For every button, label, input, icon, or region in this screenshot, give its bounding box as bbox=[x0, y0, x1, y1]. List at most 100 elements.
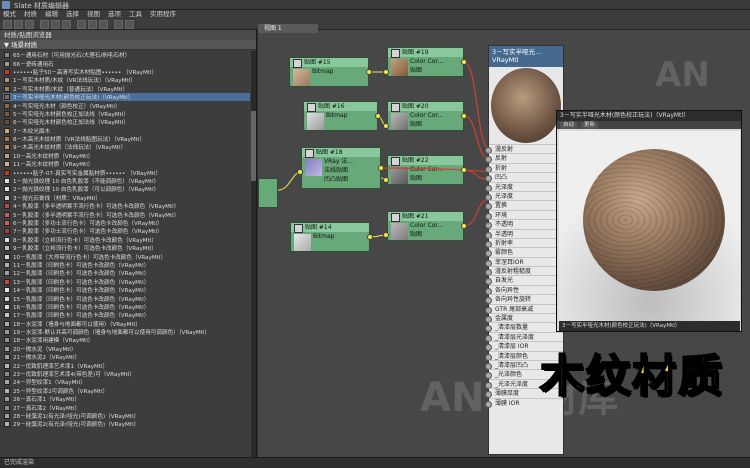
node-map-18[interactable]: 贴图 #18 VRay 法... 法线贴图 凹凸贴图 bbox=[301, 147, 381, 189]
material-list-item[interactable]: 7－木纹光面木 bbox=[3, 127, 250, 135]
vraymtl-slot[interactable]: GTR 尾部衰减 bbox=[485, 303, 563, 315]
material-list-item[interactable]: 7－乳胶漆（多功士流行色卡）可选色卡改颜色（VRayMtl） bbox=[3, 227, 250, 235]
material-id-icon[interactable] bbox=[114, 20, 123, 29]
material-list-item[interactable]: 17－乳胶漆（印刷色卡）可选色卡改颜色（VRayMtl） bbox=[3, 311, 250, 319]
material-preview-window[interactable]: 3－写实半哑光木材(颜色校正玩法)（VRayMtl） 自动 更新 3－写实半哑光… bbox=[556, 110, 742, 332]
vraymtl-slot[interactable]: 置换 bbox=[485, 200, 563, 211]
menu-utilities[interactable]: 实用程序 bbox=[150, 10, 176, 19]
material-list-item[interactable]: 24－异型纹漆1（VRayMtl） bbox=[3, 378, 250, 386]
material-list-item[interactable]: 28－硅藻泥1(有光泽(哑光)可调颜色)（VRayMtl） bbox=[3, 412, 250, 420]
material-list-item[interactable]: 66－瓷砖通用石 bbox=[3, 59, 250, 68]
material-list-item[interactable]: 18－水泥漆（墙身与地面都可以使用）（VRayMtl） bbox=[3, 320, 250, 328]
input-socket[interactable] bbox=[383, 177, 389, 183]
material-list-item[interactable]: 16－乳胶漆（印刷色卡）可选色卡改颜色（VRayMtl） bbox=[3, 303, 250, 311]
material-list-item[interactable]: 13－乳胶漆（印刷色卡）可选色卡改颜色（VRayMtl） bbox=[3, 278, 250, 286]
node-offscreen[interactable] bbox=[258, 178, 278, 208]
vraymtl-slot[interactable]: 金属度 bbox=[485, 313, 563, 324]
material-list-item[interactable]: 1－抛光铁纹理 10 自色乳胶漆（不能调颜色）（VRayMtl） bbox=[3, 177, 250, 185]
material-list-item[interactable]: 3－抛光石膏线（材质：VRayMtl） bbox=[3, 194, 250, 202]
material-list-item[interactable]: 15－乳胶漆（印刷色卡）可选色卡改颜色（VRayMtl） bbox=[3, 294, 250, 303]
layout-children-icon[interactable] bbox=[99, 20, 108, 29]
material-list-item[interactable]: 14－乳胶漆（印刷色卡）可选色卡改颜色（VRayMtl） bbox=[3, 286, 250, 294]
node-map-20[interactable]: 贴图 #20 Color Cor... 贴图 bbox=[387, 101, 464, 131]
vraymtl-slot[interactable]: 不透明 bbox=[485, 219, 563, 230]
vraymtl-slot[interactable]: 光泽度 bbox=[485, 181, 563, 192]
material-list-item[interactable]: 2－抛光铁纹理 10 自色乳胶漆（可以调颜色）（VRayMtl） bbox=[3, 185, 250, 193]
vraymtl-slot[interactable]: 环境 bbox=[485, 209, 563, 221]
material-list-item[interactable]: 4－写实哑光木材（颜色校正）（VRayMtl） bbox=[3, 101, 250, 110]
menu-material[interactable]: 材质 bbox=[24, 10, 37, 19]
show-map-icon[interactable] bbox=[77, 20, 86, 29]
tab-view-1[interactable]: 视图 1 bbox=[258, 24, 318, 33]
scene-materials-group[interactable]: ▼ 场景材质 bbox=[0, 40, 256, 50]
material-list-item[interactable]: 5－写实哑光木材颜色校正加法线（VRayMtl） bbox=[3, 110, 250, 118]
material-list-item[interactable]: 2－写实木材质/木纹（普通玩法）（VRayMtl） bbox=[3, 85, 250, 93]
vraymtl-slot[interactable]: 折射 bbox=[485, 162, 563, 174]
output-socket[interactable] bbox=[375, 113, 381, 119]
material-list-item[interactable]: 6－乳胶漆（多功士流行色卡）可选色卡改颜色（VRayMtl） bbox=[3, 219, 250, 227]
material-list-item[interactable]: 1－写实木材质/木纹（VR法线玩法）（VRayMtl） bbox=[3, 76, 250, 84]
vraymtl-slot[interactable]: 各向异性 bbox=[485, 284, 563, 296]
preview-icon[interactable] bbox=[125, 20, 134, 29]
material-list-item[interactable]: 4－乳胶漆（多半透明紫手流行色卡）可选色卡改颜色（VRayMtl） bbox=[3, 202, 250, 210]
delete-icon[interactable] bbox=[51, 20, 60, 29]
auto-checkbox[interactable]: 自动 bbox=[560, 121, 578, 129]
material-list-item[interactable]: 11－乳胶漆（印刷色卡）可选色卡改颜色（VRayMtl） bbox=[3, 261, 250, 269]
scrollbar-thumb[interactable] bbox=[251, 111, 256, 181]
vraymtl-slot[interactable]: 凹凸 bbox=[485, 172, 563, 183]
material-list-item[interactable]: 9－乳胶漆（立邦流行色卡）可选色卡改颜色（VRayMtl） bbox=[3, 244, 250, 252]
material-list-item[interactable]: 11－高光木纹材质（VRayMtl） bbox=[3, 160, 250, 168]
vraymtl-slot[interactable]: 折射率 bbox=[485, 237, 563, 249]
vraymtl-slot[interactable]: 漫反射 bbox=[485, 144, 563, 155]
output-socket[interactable] bbox=[367, 234, 373, 240]
vraymtl-slot[interactable]: 各向异性旋转 bbox=[485, 294, 563, 305]
move-children-icon[interactable] bbox=[62, 20, 71, 29]
menu-select[interactable]: 选择 bbox=[66, 10, 79, 19]
node-map-22[interactable]: 贴图 #22 Color Cor... 贴图 bbox=[387, 155, 464, 185]
material-list-item[interactable]: 23－优致肌理漆艺术漆4(带色差)可（VRayMtl） bbox=[3, 370, 250, 378]
material-list-item[interactable]: 8－木高光木纹材质（VR法线贴图玩法）（VRayMtl） bbox=[3, 135, 250, 143]
material-list-item[interactable]: 6－写实哑光木材颜色校正加法线（VRayMtl） bbox=[3, 118, 250, 126]
node-map-19[interactable]: 贴图 #19 Color Cor... 贴图 bbox=[387, 47, 464, 77]
menu-mode[interactable]: 模式 bbox=[3, 10, 16, 19]
node-map-21[interactable]: 贴图 #21 Color Cor... 贴图 bbox=[387, 211, 464, 241]
zoom-tool-icon[interactable] bbox=[25, 20, 34, 29]
material-list-item[interactable]: 27－真石漆2（VRayMtl） bbox=[3, 403, 250, 412]
menu-options[interactable]: 选项 bbox=[108, 10, 121, 19]
material-list-item[interactable]: 25－异型纹漆2可调颜色（VRayMtl） bbox=[3, 387, 250, 395]
material-list-item[interactable]: 29－硅藻泥2(有光泽(哑光)可调颜色)（VRayMtl） bbox=[3, 420, 250, 428]
update-button[interactable]: 更新 bbox=[581, 121, 599, 129]
material-list-item[interactable]: 20－微水泥（VRayMtl） bbox=[3, 345, 250, 353]
material-list-item[interactable]: 12－乳胶漆（印刷色卡）可选色卡改颜色（VRayMtl） bbox=[3, 269, 250, 277]
menu-tools[interactable]: 工具 bbox=[129, 10, 142, 19]
vraymtl-slot[interactable]: 雾颜色 bbox=[485, 247, 563, 258]
output-socket[interactable] bbox=[461, 59, 467, 65]
input-socket[interactable] bbox=[383, 123, 389, 129]
vraymtl-slot[interactable]: _清漆层数量 bbox=[485, 322, 563, 333]
material-list-item[interactable]: 26－真石漆1（VRayMtl） bbox=[3, 395, 250, 403]
browser-scrollbar[interactable] bbox=[251, 51, 256, 457]
menu-view[interactable]: 视图 bbox=[87, 10, 100, 19]
output-socket[interactable] bbox=[461, 223, 467, 229]
material-list-item[interactable]: 10－高光木纹材质（VRayMtl） bbox=[3, 152, 250, 160]
vraymtl-slot[interactable]: 半透明 bbox=[485, 228, 563, 239]
material-list-item[interactable]: 5－乳胶漆（多半透明紫手流行色卡）可选色卡改颜色（VRayMtl） bbox=[3, 210, 250, 219]
node-map-14[interactable]: 贴图 #14 Bitmap bbox=[290, 222, 370, 252]
vraymtl-slot[interactable]: 光泽度 bbox=[485, 190, 563, 202]
vraymtl-slot[interactable]: 菲涅耳IOR bbox=[485, 256, 563, 268]
vraymtl-slot[interactable]: 漫反射粗糙度 bbox=[485, 266, 563, 277]
select-tool-icon[interactable] bbox=[3, 20, 12, 29]
material-list-item[interactable]: 10－乳胶漆（大师带流行色卡）可选色卡改颜色（VRayMtl） bbox=[3, 252, 250, 261]
assign-material-icon[interactable] bbox=[40, 20, 49, 29]
material-list-item[interactable]: 21－微水泥2（VRayMtl） bbox=[3, 353, 250, 361]
vraymtl-slot[interactable]: 自发光 bbox=[485, 275, 563, 286]
material-list-item[interactable]: 18－水泥漆用建模（VRayMtl） bbox=[3, 336, 250, 344]
material-list-item[interactable]: 9－木高光木纹材质（法线玩法）（VRayMtl） bbox=[3, 143, 250, 151]
menu-edit[interactable]: 编辑 bbox=[45, 10, 58, 19]
input-socket[interactable] bbox=[383, 232, 389, 238]
material-list-item[interactable]: ••••••贴子-07-真实写实金属贴材质•••••• （VRayMtl） bbox=[3, 168, 250, 177]
node-map-16[interactable]: 贴图 #16 Bitmap bbox=[303, 101, 378, 131]
material-list-item[interactable]: 3－写实半哑光木材(颜色校正玩法)（VRayMtl） bbox=[3, 92, 250, 102]
node-map-15[interactable]: 贴图 #15 Bitmap bbox=[289, 57, 369, 87]
layout-icon[interactable] bbox=[88, 20, 97, 29]
